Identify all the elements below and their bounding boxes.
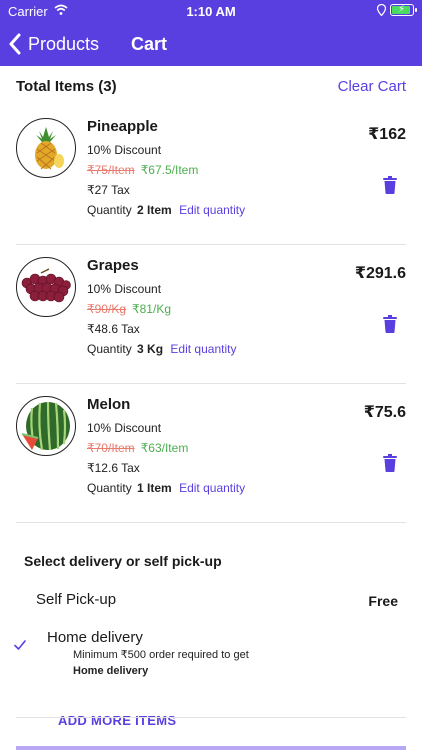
item-info: Pineapple 10% Discount ₹75/Item ₹67.5/Ite… [87,118,245,223]
old-price: ₹70/Item [87,441,135,455]
edit-quantity-link[interactable]: Edit quantity [170,342,236,356]
back-label: Products [28,33,100,54]
home-note-text: Minimum ₹500 order required to get [73,649,249,661]
item-quantity: Quantity 1 Item Edit quantity [87,481,245,495]
battery-icon: ⚡ [390,4,417,16]
clear-cart-button[interactable]: Clear Cart [338,78,406,95]
add-more-items-button[interactable]: ADD MORE ITEMS [58,713,398,728]
cart-item: Grapes 10% Discount ₹90/Kg ₹81/Kg ₹48.6 T… [16,245,406,384]
self-pickup-label: Self Pick-up [36,591,117,608]
home-delivery-option[interactable]: Home delivery Minimum ₹500 order require… [14,629,398,677]
old-price: ₹90/Kg [87,302,126,316]
quantity-label: Quantity [87,203,132,217]
item-name: Grapes [87,257,139,274]
cart-item: Melon 10% Discount ₹70/Item ₹63/Item ₹12.… [16,384,406,523]
item-total-price: ₹75.6 [363,404,406,421]
item-total-price: ₹162 [368,126,406,143]
edit-quantity-link[interactable]: Edit quantity [179,203,245,217]
quantity-label: Quantity [87,481,132,495]
quantity-label: Quantity [87,342,132,356]
pineapple-image [16,118,76,178]
page-title: Cart [131,33,168,54]
item-info: Grapes 10% Discount ₹90/Kg ₹81/Kg ₹48.6 T… [87,257,236,362]
item-discount: 10% Discount [87,282,162,296]
app-header: Carrier 1:10 AM ⚡ Products Cart [0,0,422,66]
delivery-section: Select delivery or self pick-up Self Pic… [0,553,422,728]
item-info: Melon 10% Discount ₹70/Item ₹63/Item ₹12.… [87,396,245,501]
delivery-title: Select delivery or self pick-up [24,553,222,569]
trash-icon[interactable] [382,176,398,194]
item-tax: ₹27 Tax [87,183,130,197]
chevron-left-icon [9,33,21,55]
new-price: ₹81/Kg [132,302,171,316]
back-button[interactable]: Products [8,33,99,55]
self-pickup-option[interactable]: Self Pick-up Free [24,583,398,619]
home-delivery-note: Minimum ₹500 order required to get Home … [73,647,373,679]
cart-item: Pineapple 10% Discount ₹75/Item ₹67.5/Ite… [16,106,406,245]
melon-image [16,396,76,456]
trash-icon[interactable] [382,454,398,472]
grapes-image [16,257,76,317]
trash-icon[interactable] [382,315,398,333]
checkmark-icon [14,640,26,650]
cart-content: Total Items (3) Clear Cart Pineapple 10%… [0,66,422,728]
home-note-bold: Home delivery [73,665,149,677]
quantity-value: 3 Kg [137,342,164,356]
nav-bar: Products Cart [0,22,422,66]
cart-summary: Total Items (3) Clear Cart [0,66,422,106]
item-unit-price: ₹90/Kg ₹81/Kg [87,302,236,316]
home-delivery-label: Home delivery [47,629,143,646]
new-price: ₹63/Item [140,441,189,455]
clock: 1:10 AM [186,4,236,19]
item-name: Pineapple [87,118,158,135]
item-name: Melon [87,396,131,413]
edit-quantity-link[interactable]: Edit quantity [179,481,245,495]
old-price: ₹75/Item [87,163,135,177]
item-quantity: Quantity 3 Kg Edit quantity [87,342,236,356]
divider [16,717,406,718]
item-tax: ₹12.6 Tax [87,461,140,475]
quantity-value: 2 Item [137,203,172,217]
status-bar: Carrier 1:10 AM ⚡ [0,0,422,22]
bottom-accent-bar [16,746,406,750]
item-unit-price: ₹75/Item ₹67.5/Item [87,163,245,177]
location-icon [377,4,386,16]
total-items-label: Total Items (3) [16,77,117,95]
item-discount: 10% Discount [87,421,162,435]
new-price: ₹67.5/Item [140,163,199,177]
quantity-value: 1 Item [137,481,172,495]
item-quantity: Quantity 2 Item Edit quantity [87,203,245,217]
item-tax: ₹48.6 Tax [87,322,140,336]
item-total-price: ₹291.6 [354,265,406,282]
self-pickup-price: Free [368,593,398,609]
item-discount: 10% Discount [87,143,162,157]
status-right: ⚡ [377,4,417,16]
item-unit-price: ₹70/Item ₹63/Item [87,441,245,455]
